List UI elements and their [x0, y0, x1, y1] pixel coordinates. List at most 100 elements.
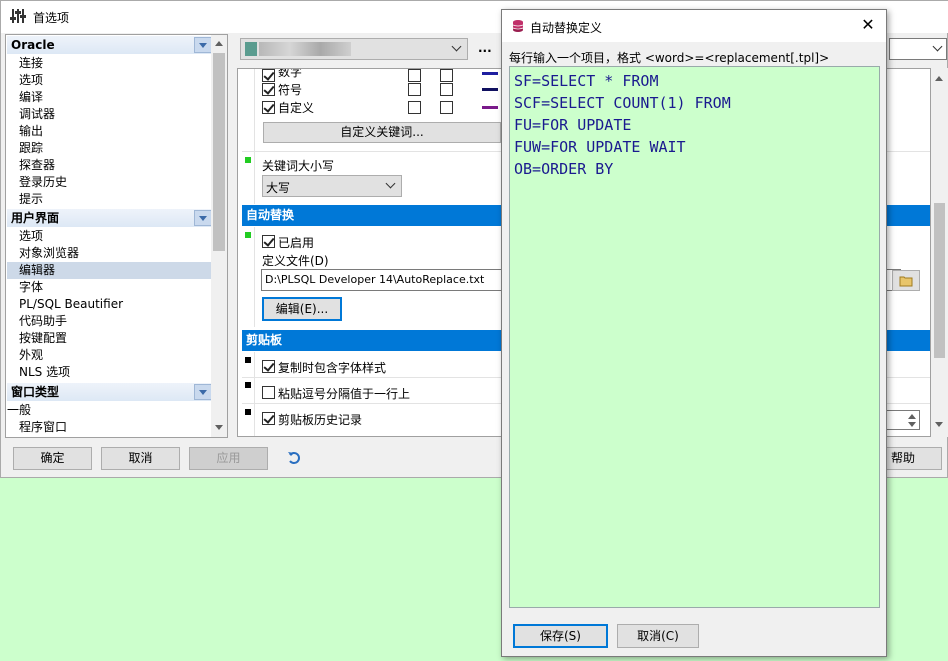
- scroll-down-icon[interactable]: [215, 425, 223, 430]
- dialog-title: 自动替换定义: [530, 21, 603, 35]
- tree-item-trace[interactable]: 跟踪: [7, 140, 213, 157]
- scroll-thumb[interactable]: [934, 203, 945, 358]
- tree-item-program-window[interactable]: 程序窗口: [7, 419, 213, 436]
- keyword-symbol-label: 符号: [278, 83, 303, 97]
- apply-button[interactable]: 应用: [189, 447, 268, 470]
- reset-icon[interactable]: [287, 450, 303, 466]
- tree-item-editor[interactable]: 编辑器: [7, 262, 213, 279]
- chevron-down-icon: [932, 41, 943, 52]
- tree-item-ui-options[interactable]: 选项: [7, 228, 213, 245]
- keyword-custom-checkbox[interactable]: [262, 101, 275, 114]
- definition-file-value: D:\PLSQL Developer 14\AutoReplace.txt: [265, 273, 485, 286]
- italic-checkbox[interactable]: [440, 83, 453, 96]
- database-icon: [512, 20, 524, 32]
- tree-item-object-browser[interactable]: 对象浏览器: [7, 245, 213, 262]
- save-button[interactable]: 保存(S): [513, 624, 608, 648]
- tree-item-options[interactable]: 选项: [7, 72, 213, 89]
- scroll-up-icon[interactable]: [215, 41, 223, 46]
- tree-item-connection[interactable]: 连接: [7, 55, 213, 72]
- divider: [254, 69, 255, 151]
- panel-scrollbar[interactable]: [931, 68, 948, 437]
- definition-file-label: 定义文件(D): [262, 254, 329, 268]
- divider: [254, 152, 255, 204]
- group-user-interface[interactable]: 用户界面: [7, 209, 213, 227]
- connection-combo[interactable]: [240, 38, 468, 60]
- bold-checkbox[interactable]: [408, 69, 421, 82]
- folder-icon: [899, 276, 913, 287]
- group-window-types[interactable]: 窗口类型: [7, 383, 213, 401]
- paste-csv-checkbox[interactable]: [262, 386, 275, 399]
- autoreplace-dialog: 自动替换定义 ✕ 每行输入一个项目，格式 <word>=<replacement…: [501, 9, 887, 657]
- keyword-case-label: 关键词大小写: [262, 159, 335, 173]
- italic-checkbox[interactable]: [440, 69, 453, 82]
- editor-line: SCF=SELECT COUNT(1) FROM: [514, 94, 731, 112]
- color-swatch[interactable]: [482, 106, 498, 109]
- keyword-symbol-checkbox[interactable]: [262, 83, 275, 96]
- spin-up-icon[interactable]: [908, 414, 916, 419]
- tree-item-fonts[interactable]: 字体: [7, 279, 213, 296]
- tree-item-compile[interactable]: 编译: [7, 89, 213, 106]
- blurred-connection-name: [259, 42, 351, 56]
- tree-item-hints[interactable]: 提示: [7, 191, 213, 208]
- keyword-case-select[interactable]: 大写: [262, 175, 402, 197]
- keyword-number-checkbox[interactable]: [262, 69, 275, 82]
- custom-keywords-button[interactable]: 自定义关键词...: [263, 122, 501, 143]
- marker-icon: [245, 357, 251, 363]
- right-combo[interactable]: [889, 38, 947, 60]
- category-tree: Oracle 连接 选项 编译 调试器 输出 跟踪 探查器 登录历史 提示 用户…: [5, 34, 228, 438]
- italic-checkbox[interactable]: [440, 101, 453, 114]
- group-label: 窗口类型: [11, 385, 60, 399]
- tree-item-logon-history[interactable]: 登录历史: [7, 174, 213, 191]
- close-icon[interactable]: ✕: [858, 16, 878, 36]
- tree-scrollbar[interactable]: [211, 35, 227, 437]
- clipboard-history-checkbox[interactable]: [262, 412, 275, 425]
- tree-item-nls[interactable]: NLS 选项: [7, 364, 213, 381]
- tree-item-profiler[interactable]: 探查器: [7, 157, 213, 174]
- divider: [254, 227, 255, 327]
- tree-item-key-config[interactable]: 按键配置: [7, 330, 213, 347]
- tree-item-appearance[interactable]: 外观: [7, 347, 213, 364]
- edit-autoreplace-button[interactable]: 编辑(E)...: [262, 297, 342, 321]
- more-button[interactable]: ...: [478, 41, 492, 55]
- bold-checkbox[interactable]: [408, 101, 421, 114]
- autoreplace-editor[interactable]: SF=SELECT * FROM SCF=SELECT COUNT(1) FRO…: [509, 66, 880, 608]
- sliders-icon: [10, 9, 26, 23]
- scroll-thumb[interactable]: [213, 53, 225, 251]
- format-hint: 每行输入一个项目，格式 <word>=<replacement[.tpl]>: [509, 51, 830, 65]
- tree-item-code-assistant[interactable]: 代码助手: [7, 313, 213, 330]
- autoreplace-enabled-checkbox[interactable]: [262, 235, 275, 248]
- cancel-button[interactable]: 取消: [101, 447, 180, 470]
- marker-icon: [245, 409, 251, 415]
- copy-font-style-label: 复制时包含字体样式: [278, 361, 387, 375]
- divider: [254, 352, 255, 436]
- bold-checkbox[interactable]: [408, 83, 421, 96]
- color-swatch[interactable]: [482, 88, 498, 91]
- color-swatch[interactable]: [482, 72, 498, 75]
- changed-marker-icon: [245, 157, 251, 163]
- group-label: Oracle: [11, 38, 55, 52]
- tree-item-debugger[interactable]: 调试器: [7, 106, 213, 123]
- ok-button[interactable]: 确定: [13, 447, 92, 470]
- clipboard-history-label: 剪贴板历史记录: [278, 413, 363, 427]
- tree-item-beautifier[interactable]: PL/SQL Beautifier: [7, 296, 213, 313]
- changed-marker-icon: [245, 232, 251, 238]
- scroll-down-icon[interactable]: [935, 422, 943, 427]
- chevron-down-icon[interactable]: [194, 384, 212, 400]
- scroll-up-icon[interactable]: [935, 76, 943, 81]
- browse-button[interactable]: [892, 270, 920, 291]
- tree-item-general[interactable]: 一般: [7, 402, 213, 419]
- window-title: 首选项: [33, 11, 70, 25]
- paste-csv-label: 粘贴逗号分隔值于一行上: [278, 387, 411, 401]
- chevron-down-icon[interactable]: [194, 37, 212, 53]
- group-oracle[interactable]: Oracle: [7, 36, 213, 54]
- chevron-down-icon: [451, 41, 462, 52]
- copy-font-style-checkbox[interactable]: [262, 360, 275, 373]
- keyword-custom-label: 自定义: [278, 101, 315, 115]
- dialog-title-bar: 自动替换定义 ✕: [502, 10, 886, 42]
- spin-down-icon[interactable]: [908, 422, 916, 427]
- dialog-cancel-button[interactable]: 取消(C): [617, 624, 699, 648]
- tree-item-output[interactable]: 输出: [7, 123, 213, 140]
- editor-line: SF=SELECT * FROM: [514, 72, 659, 90]
- chevron-down-icon[interactable]: [194, 210, 212, 226]
- editor-line: OB=ORDER BY: [514, 160, 614, 178]
